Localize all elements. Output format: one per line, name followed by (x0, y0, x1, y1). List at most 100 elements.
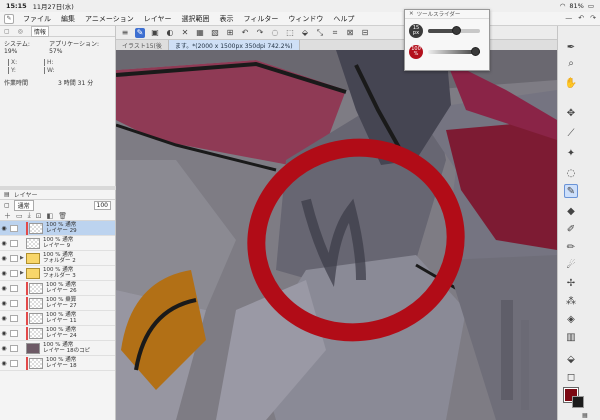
lasso-icon[interactable]: ◌ (270, 28, 280, 38)
layer-lock-checkbox[interactable] (10, 269, 18, 277)
transparency-icon[interactable]: ▦ (195, 28, 205, 38)
doc-tab-1[interactable]: イラスト15(後 (116, 40, 169, 50)
bucket-icon[interactable]: ⬙ (300, 28, 310, 38)
marker-tool-icon[interactable]: ✏ (564, 240, 578, 254)
eyedropper-tool-icon[interactable]: ⟋ (564, 126, 578, 140)
brush-size-slider[interactable] (428, 26, 480, 35)
eye-icon[interactable]: ◉ (0, 345, 8, 352)
layer-lock-checkbox[interactable] (10, 299, 18, 307)
eye-icon[interactable]: ◉ (0, 255, 8, 262)
menu-window[interactable]: ウィンドウ (283, 14, 328, 24)
layer-opacity-field[interactable]: 100 (93, 201, 111, 210)
blend-mode-select[interactable]: 通常 (13, 200, 34, 211)
redo-icon[interactable]: ↷ (590, 14, 596, 22)
fill-icon[interactable]: ▧ (210, 28, 220, 38)
clip-icon[interactable]: ⤓ (28, 211, 31, 220)
canvas[interactable] (116, 50, 557, 420)
menu-edit[interactable]: 編集 (56, 14, 80, 24)
menu-help[interactable]: ヘルプ (328, 14, 359, 24)
layer-lock-checkbox[interactable] (10, 344, 18, 352)
grid-icon[interactable]: ⊞ (225, 28, 235, 38)
opacity-handle[interactable] (471, 47, 480, 56)
undo-icon[interactable]: ↶ (578, 14, 584, 22)
minimize-icon[interactable]: — (565, 14, 572, 22)
menu-filter[interactable]: フィルター (239, 14, 284, 24)
eraser-tool-icon[interactable]: ◆ (564, 204, 578, 218)
menu-view[interactable]: 表示 (215, 14, 239, 24)
crop-icon[interactable]: ⌗ (330, 28, 340, 38)
menu-selection[interactable]: 選択範囲 (177, 14, 215, 24)
layer-lock-checkbox[interactable] (10, 314, 18, 322)
delete-layer-icon[interactable]: 🗑 (58, 212, 67, 220)
magic-wand-tool-icon[interactable]: ✦ (564, 146, 578, 160)
layer-row[interactable]: ◉ 100 % 乗算 レイヤー 27 (0, 296, 115, 311)
pen-tool-icon[interactable]: ✒ (564, 40, 578, 54)
layer-row[interactable]: ◉ 100 % 通常 レイヤー 9 (0, 236, 115, 251)
eye-icon[interactable]: ◉ (0, 300, 8, 307)
eye-icon[interactable]: ◉ (0, 225, 8, 232)
transparent-color-icon[interactable]: ▦ (582, 412, 588, 419)
layer-lock-checkbox[interactable] (10, 239, 18, 247)
zoom-tool-icon[interactable]: ⌕ (564, 56, 578, 70)
menu-layer[interactable]: レイヤー (139, 14, 177, 24)
layer-row[interactable]: ◉ ▶ 100 % 通常 フォルダー 3 (0, 266, 115, 281)
blend-tool-icon[interactable]: ☄ (564, 258, 578, 272)
redo-command-icon[interactable]: ↷ (255, 28, 265, 38)
eye-icon[interactable]: ◉ (0, 360, 8, 367)
move-tool-icon[interactable]: ✥ (564, 106, 578, 120)
brush-tool-icon[interactable]: ✎ (564, 184, 578, 198)
tab-subview-icon[interactable]: ◎ (18, 28, 23, 35)
lasso-tool-icon[interactable]: ◌ (564, 166, 578, 180)
text-tool-icon[interactable]: ◻ (564, 370, 578, 384)
eye-icon[interactable]: ◉ (0, 330, 8, 337)
undo-command-icon[interactable]: ↶ (240, 28, 250, 38)
reference-layer-icon[interactable]: ⊡ (36, 212, 42, 220)
eye-icon[interactable]: ◉ (0, 285, 8, 292)
layer-color-icon[interactable]: ◐ (165, 28, 175, 38)
layer-row[interactable]: ◉ ▶ 100 % 通常 フォルダー 2 (0, 251, 115, 266)
opacity-slider[interactable] (428, 47, 480, 56)
layer-row[interactable]: ◉ 100 % 通常 レイヤー 11 (0, 311, 115, 326)
menu-animation[interactable]: アニメーション (80, 14, 139, 24)
bucket-tool-icon[interactable]: ⬙ (564, 352, 578, 366)
brush-size-handle[interactable] (452, 26, 462, 35)
sub-color-swatch[interactable] (572, 396, 584, 408)
layer-row[interactable]: ◉ 100 % 通常 レイヤー 18のコピ (0, 341, 115, 356)
layer-lock-checkbox[interactable] (10, 329, 18, 337)
tab-navigator-icon[interactable]: ▢ (4, 28, 10, 35)
decoration-tool-icon[interactable]: ✢ (564, 276, 578, 290)
hand-tool-icon[interactable]: ✋ (564, 76, 578, 90)
layer-lock-icon[interactable]: ▢ (4, 202, 10, 209)
menu-file[interactable]: ファイル (18, 14, 56, 24)
transform-icon[interactable]: ⤡ (315, 28, 325, 38)
edit-mode-icon[interactable]: ✎ (135, 27, 145, 38)
tab-info[interactable]: 情報 (30, 25, 49, 37)
ruler-icon[interactable]: ⊟ (360, 28, 370, 38)
hide-selection-icon[interactable]: ⊠ (345, 28, 355, 38)
layer-row[interactable]: ◉ 100 % 通常 レイヤー 26 (0, 281, 115, 296)
layer-lock-checkbox[interactable] (10, 254, 18, 262)
reference-icon[interactable]: ▣ (150, 28, 160, 38)
pencil-tool-icon[interactable]: ✐ (564, 222, 578, 236)
fill-tool-icon[interactable]: ◈ (564, 312, 578, 326)
eye-icon[interactable]: ◉ (0, 270, 8, 277)
popup-close-icon[interactable]: ✕ (409, 11, 414, 17)
layer-lock-checkbox[interactable] (10, 359, 18, 367)
sidebar-toggle-icon[interactable]: ≡ (120, 28, 130, 38)
layer-row[interactable]: ◉ 100 % 通常 レイヤー 29 (0, 221, 115, 236)
layer-mask-icon[interactable]: ◧ (47, 212, 54, 220)
app-logo-icon[interactable]: ✎ (4, 13, 14, 24)
spray-tool-icon[interactable]: ⁂ (564, 294, 578, 308)
eye-icon[interactable]: ◉ (0, 315, 8, 322)
layer-lock-checkbox[interactable] (10, 224, 18, 232)
new-layer-icon[interactable]: ＋ (4, 211, 11, 221)
doc-tab-active[interactable]: ます。*(2000 x 1500px 350dpi 742.2%) (168, 40, 300, 50)
new-folder-icon[interactable]: ▭ (16, 212, 23, 220)
eye-icon[interactable]: ◉ (0, 240, 8, 247)
clear-icon[interactable]: ✕ (180, 28, 190, 38)
layer-row[interactable]: ◉ 100 % 通常 レイヤー 24 (0, 326, 115, 341)
layer-lock-checkbox[interactable] (10, 284, 18, 292)
select-all-icon[interactable]: ⬚ (285, 28, 295, 38)
gradient-tool-icon[interactable]: ▥ (564, 330, 578, 344)
layer-row[interactable]: ◉ 100 % 通常 レイヤー 18 (0, 356, 115, 371)
